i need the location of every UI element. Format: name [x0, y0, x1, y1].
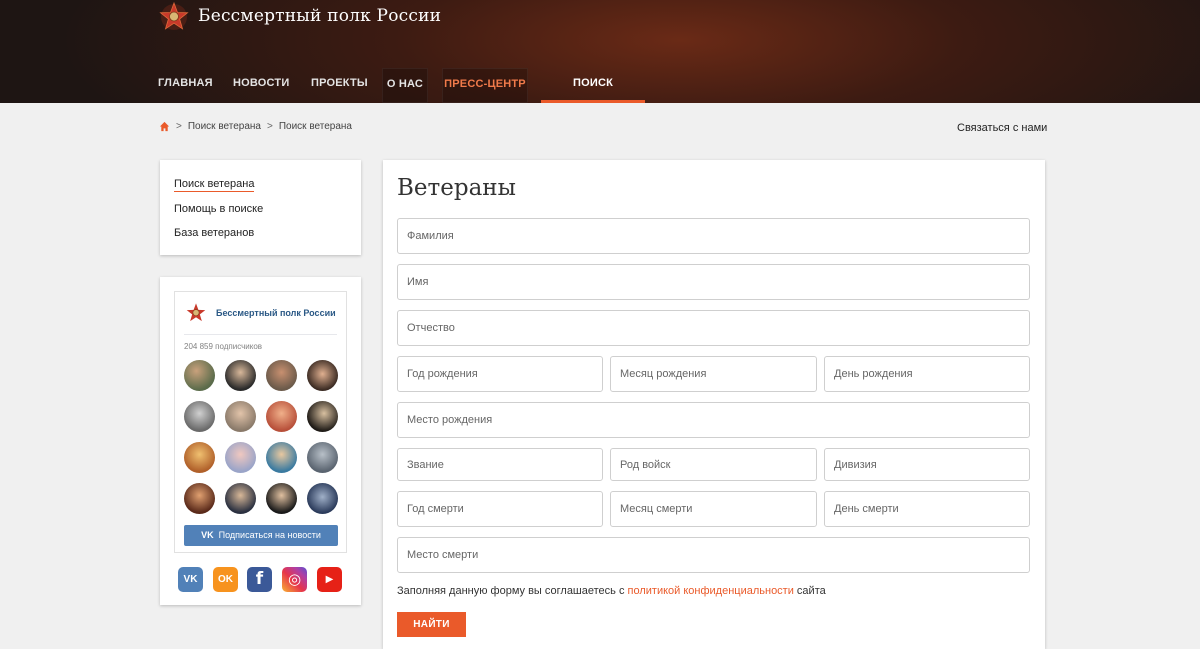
- consent-text-after: сайта: [793, 585, 826, 597]
- avatar[interactable]: [307, 360, 338, 391]
- youtube-icon[interactable]: ▶: [317, 567, 342, 592]
- breadcrumb: > Поиск ветерана > Поиск ветерана: [159, 121, 352, 132]
- division-input[interactable]: [824, 448, 1030, 481]
- birth-day-input[interactable]: [824, 356, 1030, 392]
- nav-item-projects[interactable]: ПРОЕКТЫ: [311, 68, 368, 103]
- site-title[interactable]: Бессмертный полк России: [198, 6, 441, 26]
- branch-input[interactable]: [610, 448, 817, 481]
- avatar[interactable]: [225, 401, 256, 432]
- birth-place-input[interactable]: [397, 402, 1030, 438]
- veteran-search-form: Ветераны Заполняя данную форму вы соглаш…: [383, 160, 1045, 649]
- sidebar-item-veterans-database[interactable]: База ветеранов: [174, 226, 347, 240]
- vk-community-widget: Бессмертный полк России 204 859 подписчи…: [174, 291, 347, 553]
- contact-link[interactable]: Связаться с нами: [957, 122, 1047, 134]
- birth-month-input[interactable]: [610, 356, 817, 392]
- subscriber-avatars: [184, 360, 339, 516]
- site-header: Бессмертный полк России ГЛАВНАЯ НОВОСТИ …: [0, 0, 1200, 103]
- birth-year-input[interactable]: [397, 356, 603, 392]
- first-name-input[interactable]: [397, 264, 1030, 300]
- subscribe-label: Подписаться на новости: [218, 530, 321, 540]
- sidebar-item-search-help[interactable]: Помощь в поиске: [174, 202, 347, 216]
- instagram-icon[interactable]: ◎: [282, 567, 307, 592]
- community-avatar-icon[interactable]: [185, 302, 207, 324]
- social-panel: Бессмертный полк России 204 859 подписчи…: [160, 277, 361, 605]
- social-links: VK OK f ◎ ▶: [178, 567, 348, 593]
- breadcrumb-separator: >: [267, 121, 273, 132]
- avatar[interactable]: [307, 442, 338, 473]
- avatar[interactable]: [266, 442, 297, 473]
- consent-text-before: Заполняя данную форму вы соглашаетесь с: [397, 585, 628, 597]
- avatar[interactable]: [225, 442, 256, 473]
- patronymic-input[interactable]: [397, 310, 1030, 346]
- nav-item-press-center[interactable]: ПРЕСС-ЦЕНТР: [442, 68, 528, 103]
- star-logo-icon[interactable]: [158, 1, 190, 33]
- avatar[interactable]: [266, 360, 297, 391]
- avatar[interactable]: [307, 401, 338, 432]
- nav-item-veteran-search[interactable]: ПОИСК ВЕТЕРАНА: [541, 68, 645, 103]
- death-month-input[interactable]: [610, 491, 817, 527]
- privacy-consent-text: Заполняя данную форму вы соглашаетесь с …: [397, 585, 826, 597]
- breadcrumb-item-current: Поиск ветерана: [278, 121, 352, 132]
- avatar[interactable]: [225, 360, 256, 391]
- search-button[interactable]: НАЙТИ: [397, 612, 466, 637]
- main-nav: ГЛАВНАЯ НОВОСТИ ПРОЕКТЫ О НАС ПРЕСС-ЦЕНТ…: [0, 68, 1200, 103]
- rank-input[interactable]: [397, 448, 603, 481]
- breadcrumb-separator: >: [176, 121, 182, 132]
- avatar[interactable]: [184, 483, 215, 514]
- sidebar-item-veteran-search[interactable]: Поиск ветерана: [174, 177, 255, 192]
- form-title: Ветераны: [397, 175, 516, 201]
- odnoklassniki-icon[interactable]: OK: [213, 567, 238, 592]
- facebook-icon[interactable]: f: [247, 567, 272, 592]
- death-year-input[interactable]: [397, 491, 603, 527]
- divider: [184, 334, 337, 335]
- death-day-input[interactable]: [824, 491, 1030, 527]
- avatar[interactable]: [266, 401, 297, 432]
- avatar[interactable]: [266, 483, 297, 514]
- avatar[interactable]: [184, 360, 215, 391]
- death-place-input[interactable]: [397, 537, 1030, 573]
- home-icon[interactable]: [159, 121, 170, 132]
- nav-item-home[interactable]: ГЛАВНАЯ: [158, 68, 213, 103]
- community-name[interactable]: Бессмертный полк России: [216, 308, 336, 318]
- avatar[interactable]: [225, 483, 256, 514]
- subscriber-count: 204 859 подписчиков: [184, 342, 263, 351]
- avatar[interactable]: [184, 401, 215, 432]
- avatar[interactable]: [307, 483, 338, 514]
- privacy-policy-link[interactable]: политикой конфиденциальности: [628, 585, 794, 597]
- breadcrumb-item[interactable]: Поиск ветерана: [188, 121, 261, 132]
- sidebar-menu: Поиск ветерана Помощь в поиске База вете…: [160, 160, 361, 255]
- vk-icon[interactable]: VK: [178, 567, 203, 592]
- avatar[interactable]: [184, 442, 215, 473]
- vk-subscribe-button[interactable]: VK Подписаться на новости: [184, 525, 338, 546]
- last-name-input[interactable]: [397, 218, 1030, 254]
- nav-item-about[interactable]: О НАС: [382, 68, 428, 103]
- vk-logo-icon: VK: [201, 530, 214, 540]
- nav-item-news[interactable]: НОВОСТИ: [233, 68, 289, 103]
